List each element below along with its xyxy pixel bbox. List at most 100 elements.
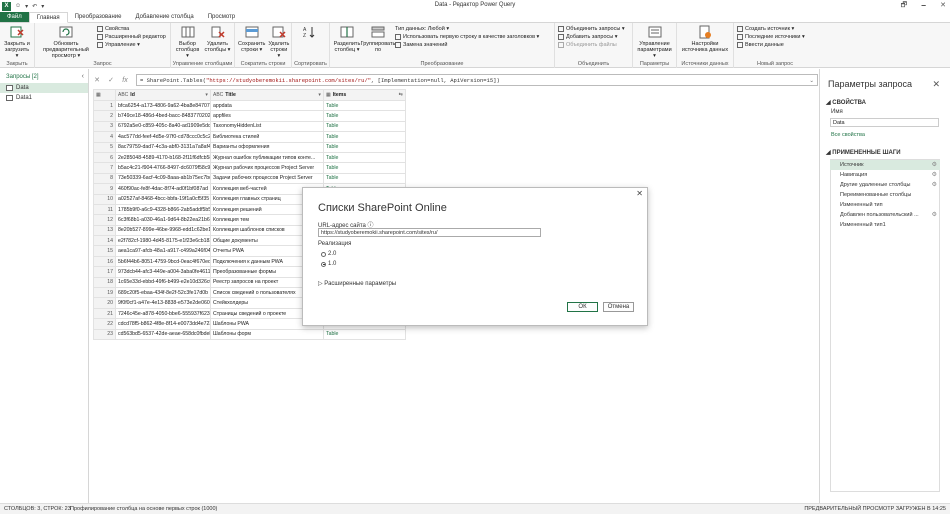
append-queries-button[interactable]: Добавить запросы ▾ (558, 34, 625, 40)
table-row[interactable]: 3 6792a5e0-c859-405c-8a40-ad1909e5dc37 Tax… (93, 120, 406, 133)
applied-step[interactable]: Измененный тип1 (830, 220, 940, 230)
cell-id[interactable]: 460f90ac-fe8f-4dac-8f74-ad0f1bf087ad (115, 183, 211, 195)
row-number[interactable]: 20 (93, 297, 116, 309)
grid-corner[interactable]: ▦ (93, 89, 116, 101)
all-properties-link[interactable]: Все свойства (831, 132, 865, 138)
cell-id[interactable]: e2f782cf-1980-4d45-8175-e1f23e6cb183 (115, 235, 211, 247)
row-number[interactable]: 6 (93, 151, 116, 164)
cell-title[interactable]: appdata (210, 99, 324, 112)
gear-icon[interactable]: ⚙ (932, 180, 937, 190)
column-header-id[interactable]: ABC Id ▾ (115, 89, 211, 101)
row-number[interactable]: 3 (93, 120, 116, 133)
row-number[interactable]: 10 (93, 193, 116, 205)
cancel-formula-icon[interactable]: ✕ (90, 76, 104, 84)
column-header-items[interactable]: ▦ Items ⇆ (323, 89, 406, 101)
ok-button[interactable]: ОК (567, 302, 598, 312)
query-item-data[interactable]: Data (0, 83, 88, 93)
confirm-formula-icon[interactable]: ✓ (104, 76, 118, 84)
cell-items[interactable]: Table (323, 328, 406, 341)
table-row[interactable]: 23 cd563bd5-6537-42de-aeae-658dc0fbdeb Шаб… (93, 328, 406, 341)
cell-id[interactable]: 2e285048-4589-4170-b168-2f11f6dfcb58 (115, 151, 211, 164)
chevron-down-icon[interactable]: ▾ (25, 3, 28, 10)
cell-items[interactable]: Table (323, 120, 406, 133)
cell-id[interactable]: 8ac79759-dad7-4c3a-abf0-3131a7a8af41 (115, 141, 211, 153)
merge-queries-button[interactable]: Объединить запросы ▾ (558, 26, 625, 32)
cell-id[interactable]: 73e50339-6acf-4c09-8aaa-ab1b75ec7bd3 (115, 172, 211, 185)
row-number[interactable]: 17 (93, 266, 116, 278)
applied-steps-header[interactable]: ◢ ПРИМЕНЕННЫЕ ШАГИ (826, 149, 901, 156)
collapse-chevron-icon[interactable]: ‹ (82, 73, 84, 80)
manage-button[interactable]: Управление ▾ (97, 42, 166, 48)
manage-parameters-button[interactable]: Управление параметрами ▾ (636, 25, 673, 59)
cell-items[interactable]: Table (323, 172, 406, 185)
cell-id[interactable]: b5ac4c21-f904-4766-8497-dc6079f58c99 (115, 162, 211, 174)
tab-home[interactable]: Главная (28, 12, 68, 23)
applied-step[interactable]: Навигация ⚙ (830, 170, 940, 180)
cell-id[interactable]: b749ce18-486d-4bed-bacc-84837702026c (115, 110, 211, 122)
undo-icon[interactable]: ↶ (32, 3, 37, 10)
close-icon[interactable]: ✕ (940, 1, 946, 12)
cell-id[interactable]: cd563bd5-6537-42de-aeae-658dc0fbdeb (115, 328, 211, 341)
cell-id[interactable]: 8e20b527-899e-46be-9968-edd1c62be1be (115, 224, 211, 237)
implementation-radio-2-0[interactable]: 2.0 (321, 251, 336, 257)
cell-id[interactable]: aea1ca97-afcb-48a1-a917-c499a246f048 (115, 245, 211, 257)
remove-rows-button[interactable]: Удалить строки ▾ (268, 25, 289, 59)
cell-id[interactable]: 689c20f5-ebaa-434f-8e2f-52c3fe17d0b (115, 287, 211, 299)
tab-transform[interactable]: Преобразование (68, 12, 129, 22)
sort-button[interactable]: AZ (295, 25, 323, 41)
column-header-title[interactable]: ABC Title ▾ (210, 89, 324, 101)
table-row[interactable]: 5 8ac79759-dad7-4c3a-abf0-3131a7a8af41 Вар… (93, 141, 406, 153)
gear-icon[interactable]: ⚙ (932, 160, 937, 170)
query-item-data1[interactable]: Data1 (0, 93, 88, 103)
recent-sources-button[interactable]: Последние источники ▾ (737, 34, 805, 40)
row-number[interactable]: 19 (93, 287, 116, 299)
cell-id[interactable]: 7246c45e-a878-4050-bbe6-555937f62390 (115, 307, 211, 320)
cell-items[interactable]: Table (323, 151, 406, 164)
table-row[interactable]: 8 73e50339-6acf-4c09-8aaa-ab1b75ec7bd3 Зад… (93, 172, 406, 185)
gear-icon[interactable]: ⚙ (932, 170, 937, 180)
minimize-icon[interactable]: 🗕 (921, 1, 926, 12)
chevron-down-icon[interactable]: ⌄ (809, 75, 814, 85)
tab-add-column[interactable]: Добавление столбца (128, 12, 200, 22)
row-number[interactable]: 22 (93, 318, 116, 330)
row-number[interactable]: 8 (93, 172, 116, 185)
cell-items[interactable]: Table (323, 131, 406, 143)
cell-id[interactable]: 6c3f68b1-a030-46a1-9d64-8b22ea21b65e (115, 214, 211, 226)
remove-columns-button[interactable]: Удалить столбцы ▾ (204, 25, 231, 53)
row-number[interactable]: 2 (93, 110, 116, 122)
cell-title[interactable]: Варианты оформления (210, 141, 324, 153)
data-source-settings-button[interactable]: Настройки источника данных (680, 25, 730, 53)
table-row[interactable]: 7 b5ac4c21-f904-4766-8497-dc6079f58c99 Жур… (93, 162, 406, 174)
cell-id[interactable]: 6792a5e0-c859-405c-8a40-ad1909e5dc37 (115, 120, 211, 133)
group-by-button[interactable]: Группировать по (361, 25, 395, 53)
applied-step[interactable]: Переименованные столбцы (830, 190, 940, 200)
site-url-input[interactable]: https://studyoberemokii.sharepoint.com/s… (318, 228, 541, 237)
cell-title[interactable]: Задачи рабочих процессов Project Server (210, 172, 324, 185)
tab-file[interactable]: Файл (0, 12, 29, 22)
cell-title[interactable]: Журнал рабочих процессов Project Server (210, 162, 324, 174)
choose-columns-button[interactable]: Выбор столбцов ▾ (174, 25, 201, 59)
row-number[interactable]: 18 (93, 276, 116, 289)
fx-icon[interactable]: fx (118, 77, 132, 84)
table-row[interactable]: 6 2e285048-4589-4170-b168-2f11f6dfcb58 Жур… (93, 151, 406, 164)
row-number[interactable]: 15 (93, 245, 116, 257)
advanced-editor-button[interactable]: Расширенный редактор (97, 34, 166, 40)
keep-rows-button[interactable]: Сохранить строки ▾ (238, 25, 265, 53)
cell-items[interactable]: Table (323, 141, 406, 153)
formula-input[interactable]: = SharePoint.Tables("https://studyoberem… (136, 74, 818, 86)
use-first-row-button[interactable]: Использовать первую строку в качестве за… (395, 34, 539, 40)
implementation-radio-1-0[interactable]: 1.0 (321, 261, 336, 267)
cell-id[interactable]: 9f0f0cf1-a47e-4e13-8838-e573e2de0609 (115, 297, 211, 309)
query-name-input[interactable]: Data (830, 118, 939, 127)
smiley-icon[interactable]: ☺ (15, 3, 21, 10)
applied-step[interactable]: Измененный тип (830, 200, 940, 210)
filter-dropdown-icon[interactable]: ▾ (205, 92, 208, 98)
row-number[interactable]: 5 (93, 141, 116, 153)
new-source-button[interactable]: Создать источник ▾ (737, 26, 805, 32)
data-type-button[interactable]: Тип данных: Любой ▾ (395, 26, 539, 32)
cell-id[interactable]: 1785b9f0-a6c9-4328-b866-2ab5addf5b5b (115, 203, 211, 216)
enter-data-button[interactable]: Ввести данные (737, 42, 805, 48)
cell-title[interactable]: Шаблоны форм (210, 328, 324, 341)
table-row[interactable]: 4 4ac577dd-feef-4d5e-97f0-cd78ccc0c5c2 Биб… (93, 131, 406, 143)
split-column-button[interactable]: Разделить столбец ▾ (333, 25, 361, 53)
